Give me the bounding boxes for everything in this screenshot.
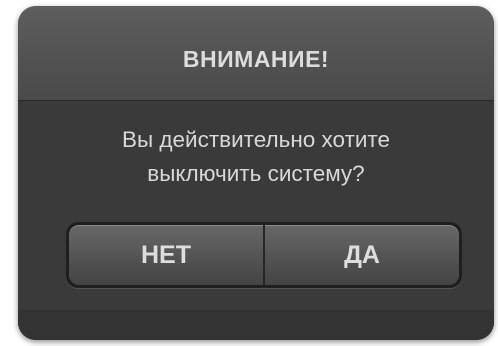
no-button[interactable]: НЕТ: [69, 225, 265, 285]
yes-button[interactable]: ДА: [265, 225, 459, 285]
dialog-title: ВНИМАНИЕ!: [182, 46, 330, 72]
dialog-message-line-2: выключить систему?: [147, 161, 365, 186]
dialog-message: Вы действительно хотите выключить систем…: [18, 123, 494, 191]
dialog-button-group: НЕТ ДА: [66, 222, 462, 288]
dialog-message-line-1: Вы действительно хотите: [121, 127, 391, 152]
shutdown-confirm-dialog: ВНИМАНИЕ! Вы действительно хотите выключ…: [18, 6, 494, 340]
dialog-bottom-strip: [18, 310, 494, 340]
dialog-title-bar: ВНИМАНИЕ!: [18, 6, 494, 101]
dialog-body: Вы действительно хотите выключить систем…: [18, 101, 494, 340]
